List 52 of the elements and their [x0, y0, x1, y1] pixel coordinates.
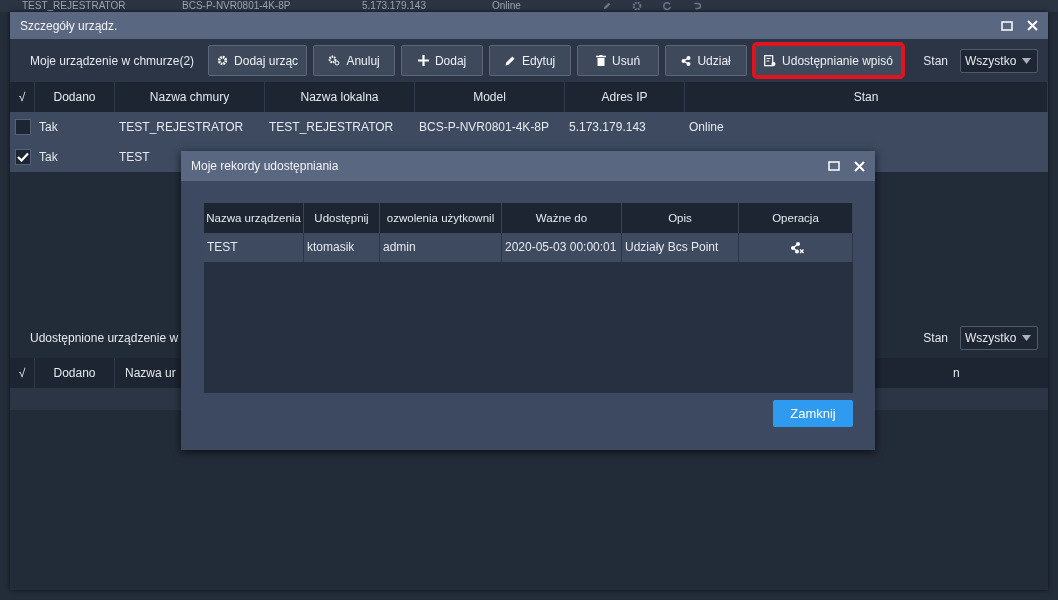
toolbar-button[interactable]: Anuluj	[313, 45, 396, 76]
gear-icon[interactable]	[632, 1, 642, 11]
table-cell: ktomasik	[304, 233, 380, 262]
toolbar-button[interactable]: Udział	[665, 45, 748, 76]
section-label: Udostępnione urządzenie w	[30, 331, 179, 345]
share-icon	[681, 55, 692, 66]
column-header: n	[952, 365, 960, 382]
window-title: Szczegóły urządz.	[20, 18, 118, 33]
row-checkbox[interactable]	[14, 119, 31, 135]
close-icon[interactable]	[854, 160, 865, 172]
toolbar-button[interactable]: Udostępnianie wpisó	[755, 45, 902, 76]
table-cell-text: BCS-P-NVR0801-4K-8P	[418, 120, 551, 134]
table-cell-text: TEST_REJESTRATOR	[268, 120, 395, 134]
table-cell-text: Online	[492, 0, 522, 12]
table-cell-text: TEST_REJESTRATOR	[22, 0, 127, 12]
gear-icon	[217, 55, 229, 66]
table-cell: 2020-05-03 00:00:01	[502, 233, 622, 262]
table-cell-text: BCS-P-NVR0801-4K-8P	[182, 0, 292, 12]
section-label: Moje urządzenie w chmurze(2)	[30, 53, 195, 68]
maximize-icon[interactable]	[828, 161, 840, 171]
table-cell-text: TEST	[118, 150, 151, 164]
undo-icon[interactable]	[692, 1, 702, 11]
table-cell-text: Online	[688, 120, 725, 134]
caret-icon	[1022, 335, 1031, 341]
toolbar-button[interactable]: Dodaj	[401, 45, 484, 76]
plus-icon	[417, 55, 429, 66]
close-icon[interactable]	[1027, 20, 1038, 31]
filter-label: Stan	[923, 331, 948, 345]
pencil-icon	[504, 55, 516, 66]
table-cell: admin	[380, 233, 502, 262]
row-checkbox[interactable]	[14, 149, 31, 165]
status-dropdown[interactable]: Wszystko	[960, 48, 1038, 73]
toolbar-button[interactable]: Edytuj	[489, 45, 572, 76]
table-cell-text: Tak	[38, 150, 59, 164]
caret-icon	[1022, 57, 1031, 64]
maximize-icon[interactable]	[1001, 20, 1013, 31]
table-cell-text: 5.173.179.143	[362, 0, 427, 12]
dialog-title: Moje rekordy udostępniania	[191, 159, 339, 173]
table-cell: TEST	[204, 233, 304, 262]
refresh-icon[interactable]	[662, 1, 672, 11]
filter-label: Stan	[923, 53, 948, 68]
trash-icon	[596, 55, 607, 66]
table-cell-text: 5.173.179.143	[568, 120, 647, 134]
table-cell-text: TEST_REJESTRATOR	[118, 120, 245, 134]
gears-icon	[328, 55, 341, 66]
unshare-icon[interactable]	[790, 241, 804, 254]
toolbar-button[interactable]: Usuń	[577, 45, 660, 76]
status-dropdown[interactable]: Wszystko	[960, 326, 1038, 350]
table-cell-text: Tak	[38, 120, 59, 134]
list-icon	[764, 54, 777, 67]
table-cell: Udziały Bcs Point	[622, 233, 739, 262]
toolbar-button[interactable]: Dodaj urząc	[208, 45, 308, 76]
